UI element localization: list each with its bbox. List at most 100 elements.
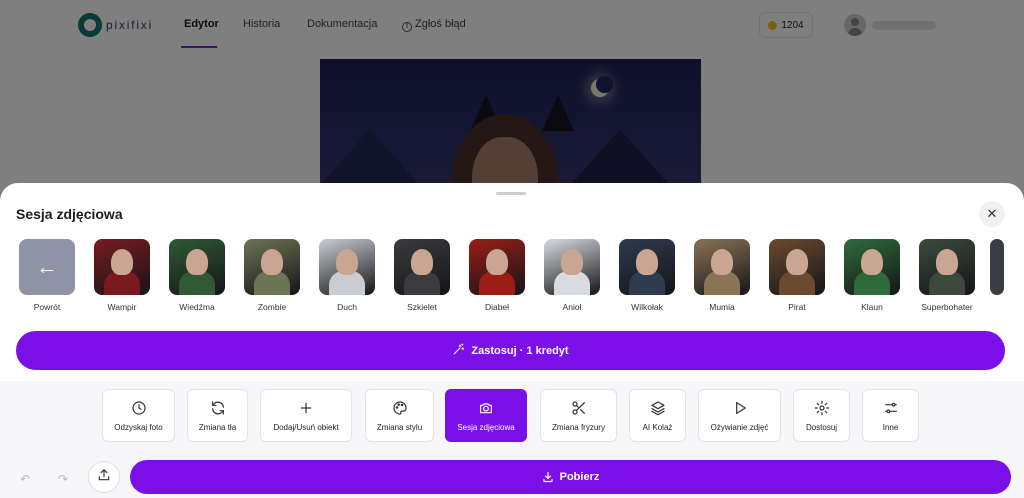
palette-icon	[391, 399, 409, 417]
refresh-icon	[209, 399, 227, 417]
tool-label: Ożywianie zdjęć	[710, 423, 769, 432]
style-label: Wiedźma	[179, 302, 215, 312]
style-thumbnail	[919, 239, 975, 295]
download-icon	[542, 471, 554, 483]
thumbnail-figure-head	[186, 249, 208, 275]
style-option[interactable]: Diabeł	[462, 239, 532, 312]
style-thumbnail	[619, 239, 675, 295]
play-icon	[731, 399, 749, 417]
style-option[interactable]: Klaun	[837, 239, 907, 312]
thumbnail-figure-head	[411, 249, 433, 275]
undo-icon: ↶	[19, 472, 31, 486]
tool-label: Zmiana tła	[198, 423, 237, 432]
style-label: Superbohater	[921, 302, 973, 312]
style-option[interactable]: Wiedźma	[162, 239, 232, 312]
style-option[interactable]: Anioł	[537, 239, 607, 312]
style-thumbnail	[169, 239, 225, 295]
tool-palette-button[interactable]: Zmiana stylu	[365, 389, 434, 442]
styles-carousel[interactable]: ← Powrót Wampir Wiedźma Zombie Duch Szkielet Di…	[0, 239, 1024, 319]
style-label: Diabeł	[484, 302, 510, 312]
photo-session-sheet: Sesja zdjęciowa ✕ ← Powrót Wampir Wiedźma Zo…	[0, 183, 1024, 381]
tool-layers-button[interactable]: AI Kolaż	[629, 389, 686, 442]
tool-plus-button[interactable]: Dodaj/Usuń obiekt	[260, 389, 352, 442]
redo-button[interactable]: ↷	[54, 470, 72, 488]
style-thumbnail	[394, 239, 450, 295]
thumbnail-figure-head	[336, 249, 358, 275]
style-label: Mumia	[709, 302, 735, 312]
thumbnail-figure-head	[861, 249, 883, 275]
style-label: Wampir	[107, 302, 137, 312]
style-option[interactable]: Mumia	[687, 239, 757, 312]
thumbnail-figure-head	[636, 249, 658, 275]
tool-label: Dostosuj	[805, 423, 838, 432]
clock-icon	[130, 399, 148, 417]
tool-gear-button[interactable]: Dostosuj	[793, 389, 850, 442]
thumbnail-figure-head	[711, 249, 733, 275]
tool-scissors-button[interactable]: Zmiana fryzury	[540, 389, 617, 442]
apply-button-label: Zastosuj · 1 kredyt	[471, 344, 569, 357]
style-label: Duch	[337, 302, 357, 312]
sheet-drag-handle[interactable]	[496, 192, 526, 195]
style-label: Klaun	[861, 302, 883, 312]
style-thumbnail-partial[interactable]	[990, 239, 1004, 295]
tool-play-button[interactable]: Ożywianie zdjęć	[698, 389, 781, 442]
scissors-icon	[570, 399, 588, 417]
upload-icon	[97, 468, 111, 487]
style-thumbnail	[769, 239, 825, 295]
tool-refresh-button[interactable]: Zmiana tła	[187, 389, 248, 442]
style-thumbnail	[319, 239, 375, 295]
close-button[interactable]: ✕	[979, 201, 1005, 227]
back-thumb: ←	[19, 239, 75, 295]
style-label: Szkielet	[407, 302, 437, 312]
tool-camera-button[interactable]: Sesja zdjęciowa	[445, 389, 527, 442]
style-back-button[interactable]: ← Powrót	[12, 239, 82, 312]
thumbnail-figure-head	[261, 249, 283, 275]
sliders-icon	[882, 399, 900, 417]
redo-icon: ↷	[57, 472, 69, 486]
download-button-label: Pobierz	[559, 471, 600, 483]
undo-button[interactable]: ↶	[16, 470, 34, 488]
style-label: Zombie	[257, 302, 287, 312]
thumbnail-figure-head	[936, 249, 958, 275]
thumbnail-figure-head	[486, 249, 508, 275]
apply-button[interactable]: Zastosuj · 1 kredyt	[16, 331, 1005, 370]
download-button[interactable]: Pobierz	[130, 460, 1011, 494]
style-option[interactable]: Wilkołak	[612, 239, 682, 312]
style-label: Wilkołak	[631, 302, 663, 312]
style-thumbnail	[844, 239, 900, 295]
tool-sliders-button[interactable]: Inne	[862, 389, 919, 442]
tool-label: Sesja zdjęciowa	[457, 423, 515, 432]
magic-wand-icon	[452, 343, 465, 359]
tool-label: Inne	[882, 423, 899, 432]
style-label: Powrót	[33, 302, 61, 312]
layers-icon	[649, 399, 667, 417]
tool-label: AI Kolaż	[642, 423, 673, 432]
style-label: Pirat	[788, 302, 806, 312]
style-thumbnail	[244, 239, 300, 295]
tool-clock-button[interactable]: Odzyskaj foto	[102, 389, 175, 442]
style-thumbnail	[469, 239, 525, 295]
style-option[interactable]: Pirat	[762, 239, 832, 312]
thumbnail-figure-head	[111, 249, 133, 275]
plus-icon	[297, 399, 315, 417]
thumbnail-figure-head	[786, 249, 808, 275]
close-icon: ✕	[986, 206, 998, 221]
style-label: Anioł	[562, 302, 582, 312]
style-option[interactable]: Duch	[312, 239, 382, 312]
camera-icon	[477, 399, 495, 417]
upload-button[interactable]	[88, 461, 120, 493]
tool-label: Odzyskaj foto	[114, 423, 163, 432]
arrow-left-icon: ←	[36, 254, 58, 279]
style-thumbnail	[694, 239, 750, 295]
tool-label: Dodaj/Usuń obiekt	[273, 423, 339, 432]
tool-label: Zmiana stylu	[376, 423, 423, 432]
style-option[interactable]: Superbohater	[912, 239, 982, 312]
thumbnail-figure-head	[561, 249, 583, 275]
sheet-title: Sesja zdjęciowa	[16, 206, 123, 222]
style-thumbnail	[94, 239, 150, 295]
gear-icon	[813, 399, 831, 417]
style-option[interactable]: Zombie	[237, 239, 307, 312]
style-option[interactable]: Szkielet	[387, 239, 457, 312]
style-option[interactable]: Wampir	[87, 239, 157, 312]
style-thumbnail	[544, 239, 600, 295]
